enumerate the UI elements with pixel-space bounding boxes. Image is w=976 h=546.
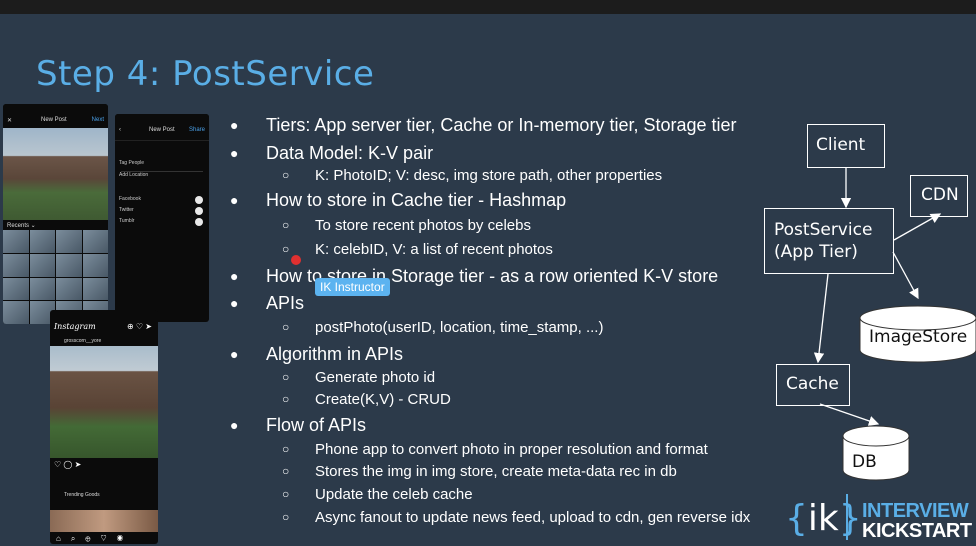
cache-box: Cache	[776, 364, 850, 406]
arrow-postservice-cdn	[893, 213, 942, 241]
brand-separator	[846, 494, 848, 540]
arrow-postservice-imagestore	[892, 251, 919, 300]
client-label: Client	[816, 135, 866, 155]
brand-line2: KICKSTART	[862, 520, 972, 542]
app-tier-label: (App Tier)	[774, 242, 858, 262]
cdn-label: CDN	[921, 185, 959, 205]
ik-mark-text: ik	[807, 498, 839, 539]
postservice-box: PostService (App Tier)	[764, 208, 894, 274]
ik-logo-mark: {ik}	[785, 498, 862, 539]
client-box: Client	[807, 124, 885, 168]
postservice-label: PostService	[774, 220, 873, 240]
imagestore-label: ImageStore	[869, 327, 968, 347]
cache-label: Cache	[786, 374, 839, 394]
arrow-postservice-cache	[813, 273, 829, 364]
cdn-box: CDN	[910, 175, 968, 217]
db-label: DB	[852, 452, 877, 472]
arrow-cache-db	[819, 403, 880, 426]
